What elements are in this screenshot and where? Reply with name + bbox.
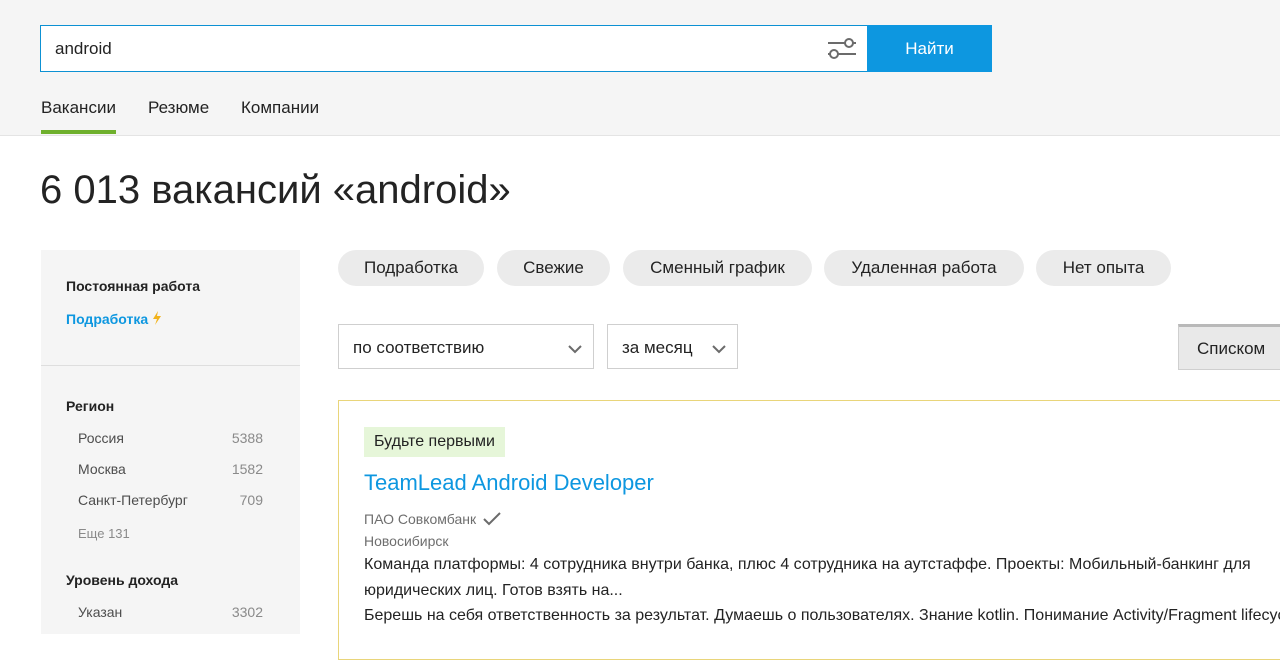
company-link[interactable]: ПАО Совкомбанк [364,511,501,527]
region-item[interactable]: Москва 1582 [78,461,263,477]
advanced-filter-icon[interactable] [826,37,858,61]
chip-no-experience[interactable]: Нет опыта [1036,250,1171,286]
vacancy-card: Будьте первыми TeamLead Android Develope… [338,400,1280,660]
tab-vacancies[interactable]: Вакансии [41,98,116,134]
income-name: Указан [78,604,123,620]
sort-select[interactable]: по соответствию [338,324,594,369]
chevron-down-icon [568,341,582,354]
period-select-value: за месяц [622,338,693,357]
region-name: Москва [78,461,126,477]
search-box[interactable] [40,25,868,72]
parttime-filter-label: Подработка [66,311,149,327]
sidebar-divider [41,365,300,366]
chip-shift-schedule[interactable]: Сменный график [623,250,812,286]
tab-companies[interactable]: Компании [241,98,319,118]
region-name: Санкт-Петербург [78,492,188,508]
region-count: 1582 [231,461,263,477]
lightning-icon [152,311,162,327]
income-heading: Уровень дохода [66,572,179,588]
chip-remote[interactable]: Удаленная работа [824,250,1024,286]
vacancy-description-line: Команда платформы: 4 сотрудника внутри б… [364,556,1251,573]
region-name: Россия [78,430,124,446]
regions-more-link[interactable]: Еще 131 [78,526,130,541]
vacancy-requirements-line: Берешь на себя ответственность за резуль… [364,607,1280,624]
employment-heading: Постоянная работа [66,278,201,294]
income-count: 3302 [231,604,263,620]
list-view-button[interactable]: Списком [1178,324,1280,370]
region-heading: Регион [66,398,115,414]
company-name: ПАО Совкомбанк [364,511,477,527]
search-input[interactable] [55,26,795,71]
region-item[interactable]: Россия 5388 [78,430,263,446]
filters-sidebar: Постоянная работа Подработка Регион Росс… [41,250,300,634]
verified-check-icon [480,511,501,527]
be-first-badge: Будьте первыми [364,427,505,457]
income-item[interactable]: Указан 3302 [78,604,263,620]
chip-parttime[interactable]: Подработка [338,250,484,286]
region-count: 709 [239,492,263,508]
sort-select-value: по соответствию [353,338,485,357]
search-button[interactable]: Найти [867,25,992,72]
vacancy-description-line: юридических лиц. Готов взять на... [364,582,623,599]
page-title: 6 013 вакансий «android» [40,168,511,212]
region-item[interactable]: Санкт-Петербург 709 [78,492,263,508]
chip-fresh[interactable]: Свежие [497,250,610,286]
period-select[interactable]: за месяц [607,324,738,369]
vacancy-city: Новосибирск [364,533,449,549]
tab-resumes[interactable]: Резюме [148,98,209,118]
region-count: 5388 [231,430,263,446]
header: Найти Вакансии Резюме Компании [0,0,1280,136]
chevron-down-icon [712,341,726,354]
vacancy-title-link[interactable]: TeamLead Android Developer [364,470,654,496]
parttime-filter-link[interactable]: Подработка [66,311,162,327]
